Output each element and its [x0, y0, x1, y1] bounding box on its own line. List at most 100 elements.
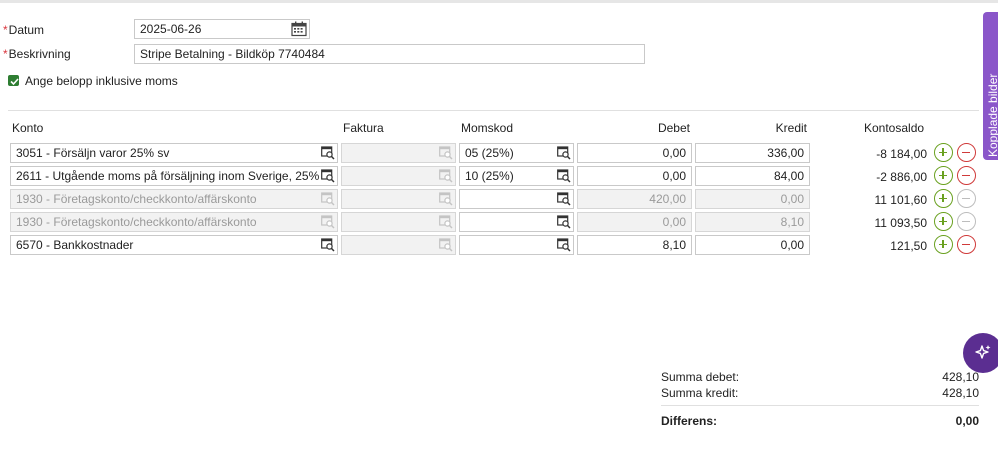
konto-cell[interactable]: 2611 - Utgående moms på försäljning inom…: [10, 166, 338, 186]
kredit-value: 8,10: [780, 215, 804, 229]
remove-row-button[interactable]: [957, 212, 976, 231]
kredit-input[interactable]: 0,00: [695, 189, 810, 209]
account-lookup-icon: [439, 169, 453, 183]
minus-icon: [962, 151, 970, 153]
add-row-button[interactable]: [934, 189, 953, 208]
section-divider: [8, 110, 979, 111]
faktura-cell: [341, 189, 456, 209]
remove-row-button[interactable]: [957, 189, 976, 208]
checkmark-icon: [10, 78, 19, 86]
beskrivning-input[interactable]: Stripe Betalning - Bildköp 7740484: [134, 44, 645, 64]
assistant-button[interactable]: [963, 333, 998, 373]
header-faktura: Faktura: [343, 121, 384, 135]
konto-value: 3051 - Försäljn varor 25% sv: [16, 146, 170, 160]
debet-input[interactable]: 0,00: [577, 212, 692, 232]
konto-cell[interactable]: 3051 - Försäljn varor 25% sv: [10, 143, 338, 163]
account-lookup-icon[interactable]: [557, 192, 571, 206]
konto-value: 1930 - Företagskonto/checkkonto/affärsko…: [16, 192, 257, 206]
inkl-moms-checkbox[interactable]: [8, 75, 19, 86]
add-row-button[interactable]: [934, 212, 953, 231]
konto-cell[interactable]: 1930 - Företagskonto/checkkonto/affärsko…: [10, 189, 338, 209]
kredit-input[interactable]: 0,00: [695, 235, 810, 255]
account-lookup-icon: [439, 192, 453, 206]
kredit-value: 336,00: [767, 146, 804, 160]
account-lookup-icon: [439, 146, 453, 160]
calendar-icon[interactable]: [290, 21, 308, 37]
header-konto: Konto: [12, 121, 44, 135]
kredit-value: 0,00: [780, 192, 804, 206]
konto-value: 1930 - Företagskonto/checkkonto/affärsko…: [16, 215, 257, 229]
account-lookup-icon: [321, 192, 335, 206]
summa-debet-value: 428,10: [942, 370, 979, 384]
minus-icon: [962, 243, 970, 245]
kredit-input[interactable]: 336,00: [695, 143, 810, 163]
kredit-value: 0,00: [780, 238, 804, 252]
kopplade-bilder-tab[interactable]: Kopplade bilder: [983, 12, 998, 160]
remove-row-button[interactable]: [957, 143, 976, 162]
account-lookup-icon[interactable]: [321, 169, 335, 183]
konto-cell[interactable]: 6570 - Bankkostnader: [10, 235, 338, 255]
header-momskod: Momskod: [461, 121, 514, 135]
momskod-cell[interactable]: [459, 212, 574, 232]
plus-icon-stem: [942, 217, 944, 225]
differens-value: 0,00: [955, 414, 979, 428]
debet-input[interactable]: 0,00: [577, 143, 692, 163]
plus-icon-stem: [942, 148, 944, 156]
inkl-moms-label: Ange belopp inklusive moms: [25, 74, 178, 88]
faktura-cell: [341, 212, 456, 232]
kontosaldo-value: -2 886,00: [876, 170, 927, 184]
remove-row-button[interactable]: [957, 235, 976, 254]
debet-value: 8,10: [662, 238, 686, 252]
kontosaldo-value: 11 101,60: [874, 193, 928, 207]
account-lookup-icon[interactable]: [321, 146, 335, 160]
kredit-input[interactable]: 8,10: [695, 212, 810, 232]
add-row-button[interactable]: [934, 166, 953, 185]
kontosaldo-value: 121,50: [890, 239, 927, 253]
add-row-button[interactable]: [934, 143, 953, 162]
konto-value: 6570 - Bankkostnader: [16, 238, 134, 252]
minus-icon: [962, 220, 970, 222]
debet-value: 0,00: [662, 169, 686, 183]
debet-value: 0,00: [662, 146, 686, 160]
account-lookup-icon: [439, 215, 453, 229]
debet-value: 0,00: [662, 215, 686, 229]
momskod-cell[interactable]: 10 (25%): [459, 166, 574, 186]
account-lookup-icon[interactable]: [557, 169, 571, 183]
momskod-cell[interactable]: [459, 189, 574, 209]
debet-value: 420,00: [649, 192, 686, 206]
kredit-input[interactable]: 84,00: [695, 166, 810, 186]
konto-cell[interactable]: 1930 - Företagskonto/checkkonto/affärsko…: [10, 212, 338, 232]
debet-input[interactable]: 0,00: [577, 166, 692, 186]
add-row-button[interactable]: [934, 235, 953, 254]
header-kontosaldo: Kontosaldo: [864, 121, 925, 135]
debet-input[interactable]: 8,10: [577, 235, 692, 255]
account-lookup-icon[interactable]: [557, 215, 571, 229]
differens-label: Differens:: [661, 414, 718, 428]
summa-kredit-label: Summa kredit:: [661, 386, 739, 400]
header-kredit: Kredit: [775, 121, 807, 135]
account-lookup-icon[interactable]: [557, 238, 571, 252]
beskrivning-label: *Beskrivning: [3, 47, 71, 61]
momskod-cell[interactable]: [459, 235, 574, 255]
account-lookup-icon[interactable]: [321, 238, 335, 252]
plus-icon-stem: [942, 240, 944, 248]
momskod-value: 05 (25%): [465, 146, 514, 160]
debet-input[interactable]: 420,00: [577, 189, 692, 209]
kredit-value: 84,00: [773, 169, 804, 183]
header-debet: Debet: [657, 121, 690, 135]
summa-kredit-value: 428,10: [942, 386, 979, 400]
faktura-cell: [341, 166, 456, 186]
minus-icon: [962, 197, 970, 199]
account-lookup-icon[interactable]: [557, 146, 571, 160]
datum-label: *Datum: [3, 23, 45, 37]
remove-row-button[interactable]: [957, 166, 976, 185]
summary-divider: [661, 405, 979, 406]
summa-debet-label: Summa debet:: [661, 370, 740, 384]
faktura-cell: [341, 143, 456, 163]
momskod-cell[interactable]: 05 (25%): [459, 143, 574, 163]
kontosaldo-value: 11 093,50: [874, 216, 928, 230]
plus-icon-stem: [942, 171, 944, 179]
top-divider: [0, 0, 998, 3]
datum-input[interactable]: 2025-06-26: [134, 19, 310, 39]
kontosaldo-value: -8 184,00: [876, 147, 927, 161]
